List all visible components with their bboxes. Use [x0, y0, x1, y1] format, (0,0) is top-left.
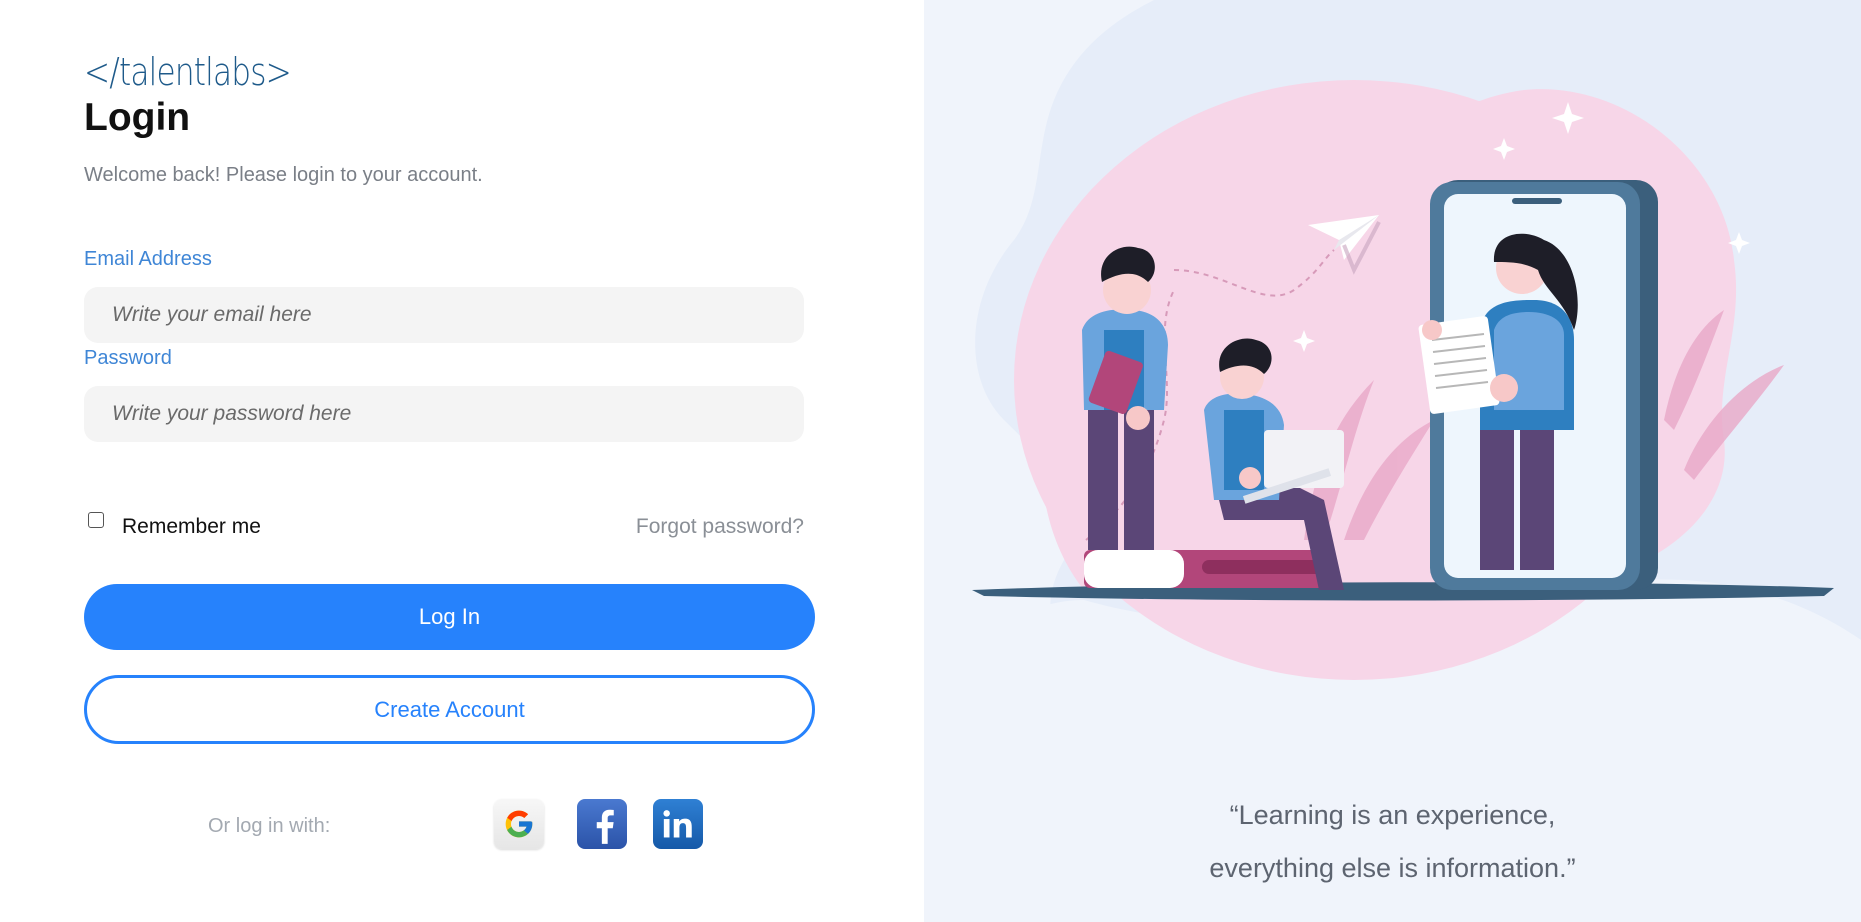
login-button[interactable]: Log In — [84, 584, 815, 650]
learning-illustration — [924, 0, 1861, 922]
page-subtitle: Welcome back! Please login to your accou… — [84, 164, 483, 186]
facebook-login-button[interactable] — [577, 799, 627, 849]
create-account-button[interactable]: Create Account — [84, 675, 815, 744]
login-panel: </talentlabs> Login Welcome back! Please… — [0, 0, 924, 922]
google-icon — [505, 810, 533, 838]
social-login-label: Or log in with: — [208, 815, 331, 837]
linkedin-icon — [663, 810, 692, 838]
page-title: Login — [84, 96, 191, 139]
facebook-icon — [596, 809, 614, 844]
quote-line-2: everything else is information.” — [1209, 853, 1576, 883]
email-label: Email Address — [84, 248, 212, 270]
email-input[interactable] — [84, 287, 804, 343]
google-login-button[interactable] — [494, 799, 544, 849]
remember-me-checkbox[interactable] — [88, 512, 104, 528]
linkedin-login-button[interactable] — [653, 799, 703, 849]
password-input[interactable] — [84, 386, 804, 442]
brand-logo: </talentlabs> — [84, 50, 292, 94]
password-label: Password — [84, 347, 172, 369]
illustration-panel: “Learning is an experience, everything e… — [924, 0, 1861, 922]
forgot-password-link[interactable]: Forgot password? — [636, 515, 804, 539]
quote-line-1: “Learning is an experience, — [1229, 800, 1556, 830]
remember-me-label[interactable]: Remember me — [122, 515, 261, 539]
